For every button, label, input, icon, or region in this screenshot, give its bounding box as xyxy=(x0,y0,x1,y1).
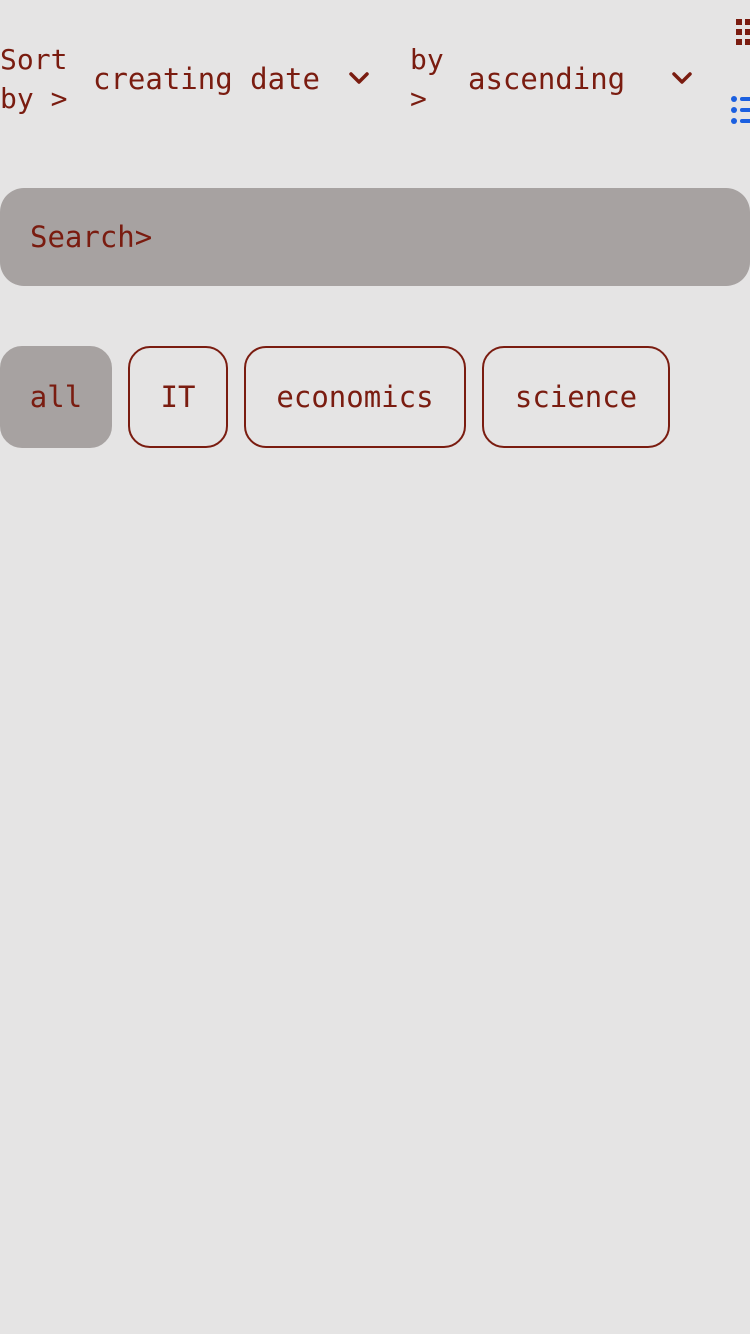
search-placeholder: Search> xyxy=(30,220,153,254)
sort-by-label-line1: Sort xyxy=(0,43,68,76)
category-chip-label: all xyxy=(29,380,83,414)
sort-field-select[interactable]: creating date xyxy=(93,40,383,118)
chevron-down-icon xyxy=(349,72,369,84)
category-chip-science[interactable]: science xyxy=(482,346,670,448)
chevron-down-icon xyxy=(672,72,692,84)
order-label: by > xyxy=(410,40,444,118)
category-chip-label: economics xyxy=(276,380,434,414)
category-chip-all[interactable]: all xyxy=(0,346,112,448)
sort-field-value: creating date xyxy=(93,62,320,96)
grid-icon[interactable] xyxy=(736,19,750,47)
order-label-line2: > xyxy=(410,82,427,115)
sort-by-label: Sort by > xyxy=(0,40,67,118)
category-chip-label: science xyxy=(514,380,638,414)
sort-order-select[interactable]: ascending xyxy=(468,40,708,118)
search-input[interactable]: Search> xyxy=(0,188,750,286)
order-label-line1: by xyxy=(410,43,444,76)
sort-order-value: ascending xyxy=(468,62,626,96)
sort-by-label-line2: by > xyxy=(0,82,68,115)
category-chip-label: IT xyxy=(160,380,196,414)
category-chip-it[interactable]: IT xyxy=(128,346,228,448)
category-chip-economics[interactable]: economics xyxy=(244,346,466,448)
list-icon[interactable] xyxy=(730,95,750,127)
